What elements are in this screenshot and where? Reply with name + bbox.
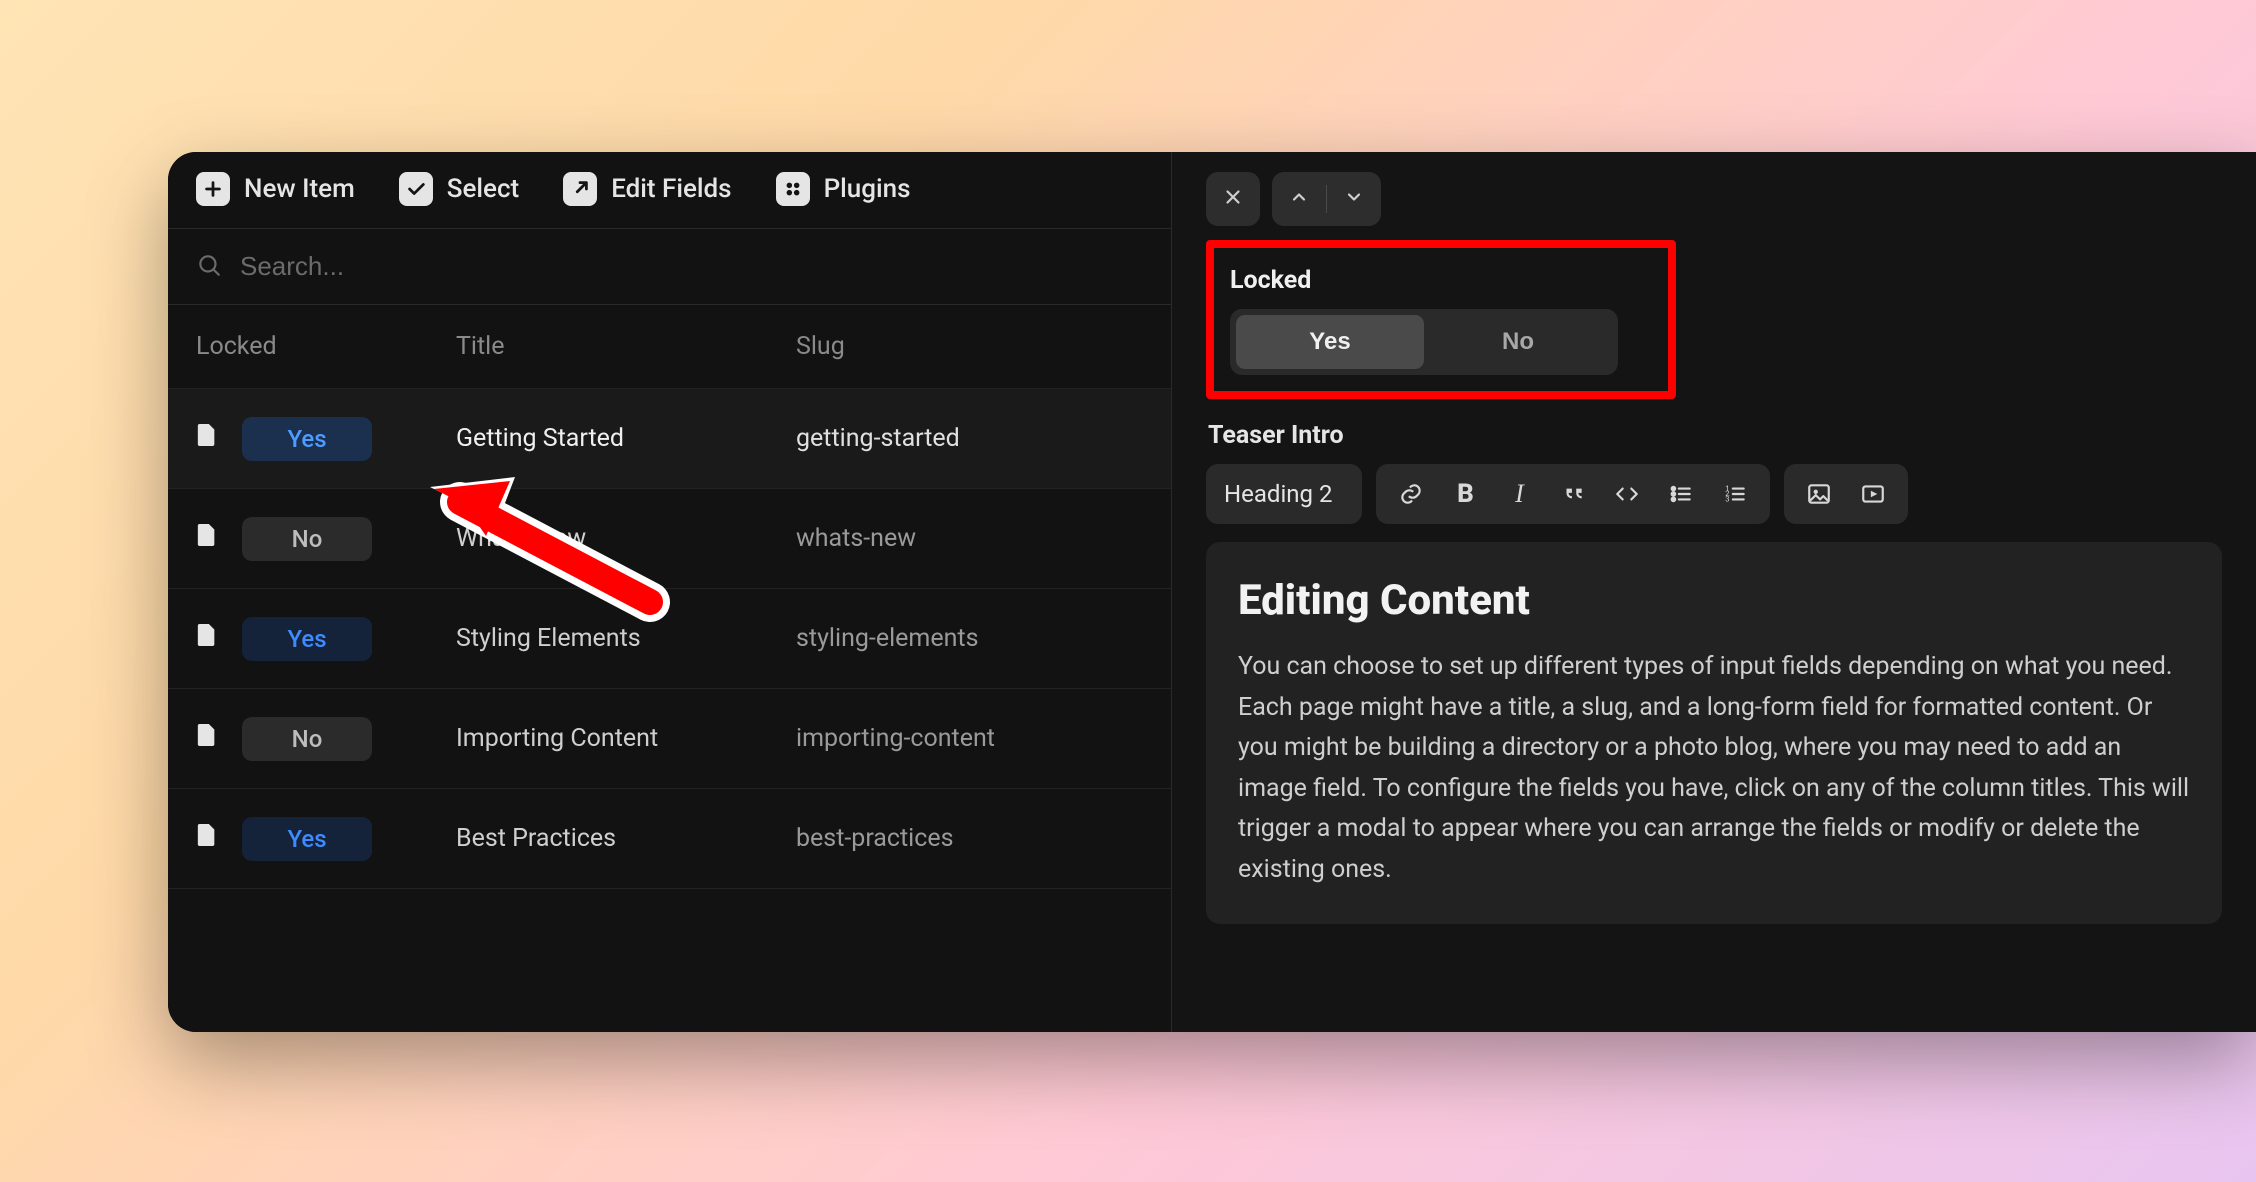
code-icon[interactable] [1604,471,1650,517]
slug-cell: importing-content [796,724,1143,753]
search-icon [196,252,222,282]
table-row[interactable]: No What's Newwhats-new [168,489,1171,589]
locked-badge: No [242,717,372,761]
table-row[interactable]: Yes Best Practicesbest-practices [168,789,1171,889]
title-cell: What's New [456,524,796,553]
locked-cell: No [196,717,456,761]
teaser-intro-label: Teaser Intro [1208,421,2222,450]
app-window: New Item Select Edit Fields [168,152,2256,1032]
search-bar [168,229,1171,305]
title-cell: Getting Started [456,424,796,453]
quote-icon[interactable] [1550,471,1596,517]
slug-cell: getting-started [796,424,1143,453]
format-group: B I 123 [1376,464,1770,524]
locked-badge: No [242,517,372,561]
title-cell: Importing Content [456,724,796,753]
file-icon [196,822,218,855]
bullet-list-icon[interactable] [1658,471,1704,517]
edit-fields-label: Edit Fields [611,174,731,204]
locked-badge: Yes [242,417,372,461]
file-icon [196,722,218,755]
plugins-label: Plugins [824,174,911,204]
table-header: Locked Title Slug [168,305,1171,389]
detail-pane: Locked Yes No Teaser Intro Heading 2 B I [1172,152,2256,1032]
video-icon[interactable] [1850,471,1896,517]
title-cell: Styling Elements [456,624,796,653]
italic-icon[interactable]: I [1496,471,1542,517]
title-cell: Best Practices [456,824,796,853]
table-row[interactable]: No Importing Contentimporting-content [168,689,1171,789]
edit-fields-button[interactable]: Edit Fields [563,172,731,206]
new-item-button[interactable]: New Item [196,172,355,206]
heading-dropdown-label: Heading 2 [1224,480,1332,508]
list-toolbar: New Item Select Edit Fields [168,152,1171,229]
arrow-out-icon [563,172,597,206]
table-row[interactable]: Yes Getting Startedgetting-started [168,389,1171,489]
select-button[interactable]: Select [399,172,519,206]
link-icon[interactable] [1388,471,1434,517]
slug-cell: best-practices [796,824,1143,853]
locked-badge: Yes [242,817,372,861]
file-icon [196,622,218,655]
checkbox-icon [399,172,433,206]
prev-next-group [1272,172,1381,226]
highlight-locked-field: Locked Yes No [1206,240,1676,399]
media-group [1784,464,1908,524]
next-button[interactable] [1327,172,1381,226]
select-label: Select [447,174,519,204]
locked-badge: Yes [242,617,372,661]
close-icon [1222,186,1244,212]
table-body: Yes Getting Startedgetting-started No What'… [168,389,1171,889]
locked-yes-button[interactable]: Yes [1236,315,1424,369]
plugins-button[interactable]: Plugins [776,172,911,206]
heading-dropdown[interactable]: Heading 2 [1206,464,1362,524]
locked-cell: No [196,517,456,561]
col-locked[interactable]: Locked [196,332,456,361]
table-row[interactable]: Yes Styling Elementsstyling-elements [168,589,1171,689]
locked-field-label: Locked [1230,266,1652,295]
locked-cell: Yes [196,617,456,661]
locked-no-button[interactable]: No [1424,315,1612,369]
col-title[interactable]: Title [456,332,796,361]
locked-cell: Yes [196,817,456,861]
plus-icon [196,172,230,206]
list-pane: New Item Select Edit Fields [168,152,1172,1032]
content-heading: Editing Content [1238,576,2190,625]
chevron-down-icon [1344,187,1364,211]
slug-cell: styling-elements [796,624,1143,653]
file-icon [196,422,218,455]
plugins-icon [776,172,810,206]
editor-toolbar: Heading 2 B I 123 [1206,464,2222,524]
col-slug[interactable]: Slug [796,332,1143,361]
locked-cell: Yes [196,417,456,461]
slug-cell: whats-new [796,524,1143,553]
editor-content[interactable]: Editing Content You can choose to set up… [1206,542,2222,924]
numbered-list-icon[interactable]: 123 [1712,471,1758,517]
search-input[interactable] [240,251,1143,282]
image-icon[interactable] [1796,471,1842,517]
file-icon [196,522,218,555]
detail-toolbar [1172,152,2256,246]
locked-segment: Yes No [1230,309,1618,375]
content-body: You can choose to set up different types… [1238,647,2190,890]
fields: Locked Yes No Teaser Intro Heading 2 B I [1172,246,2256,924]
svg-text:3: 3 [1726,495,1730,504]
close-button[interactable] [1206,172,1260,226]
new-item-label: New Item [244,174,355,204]
prev-button[interactable] [1272,172,1326,226]
chevron-up-icon [1289,187,1309,211]
bold-icon[interactable]: B [1442,471,1488,517]
